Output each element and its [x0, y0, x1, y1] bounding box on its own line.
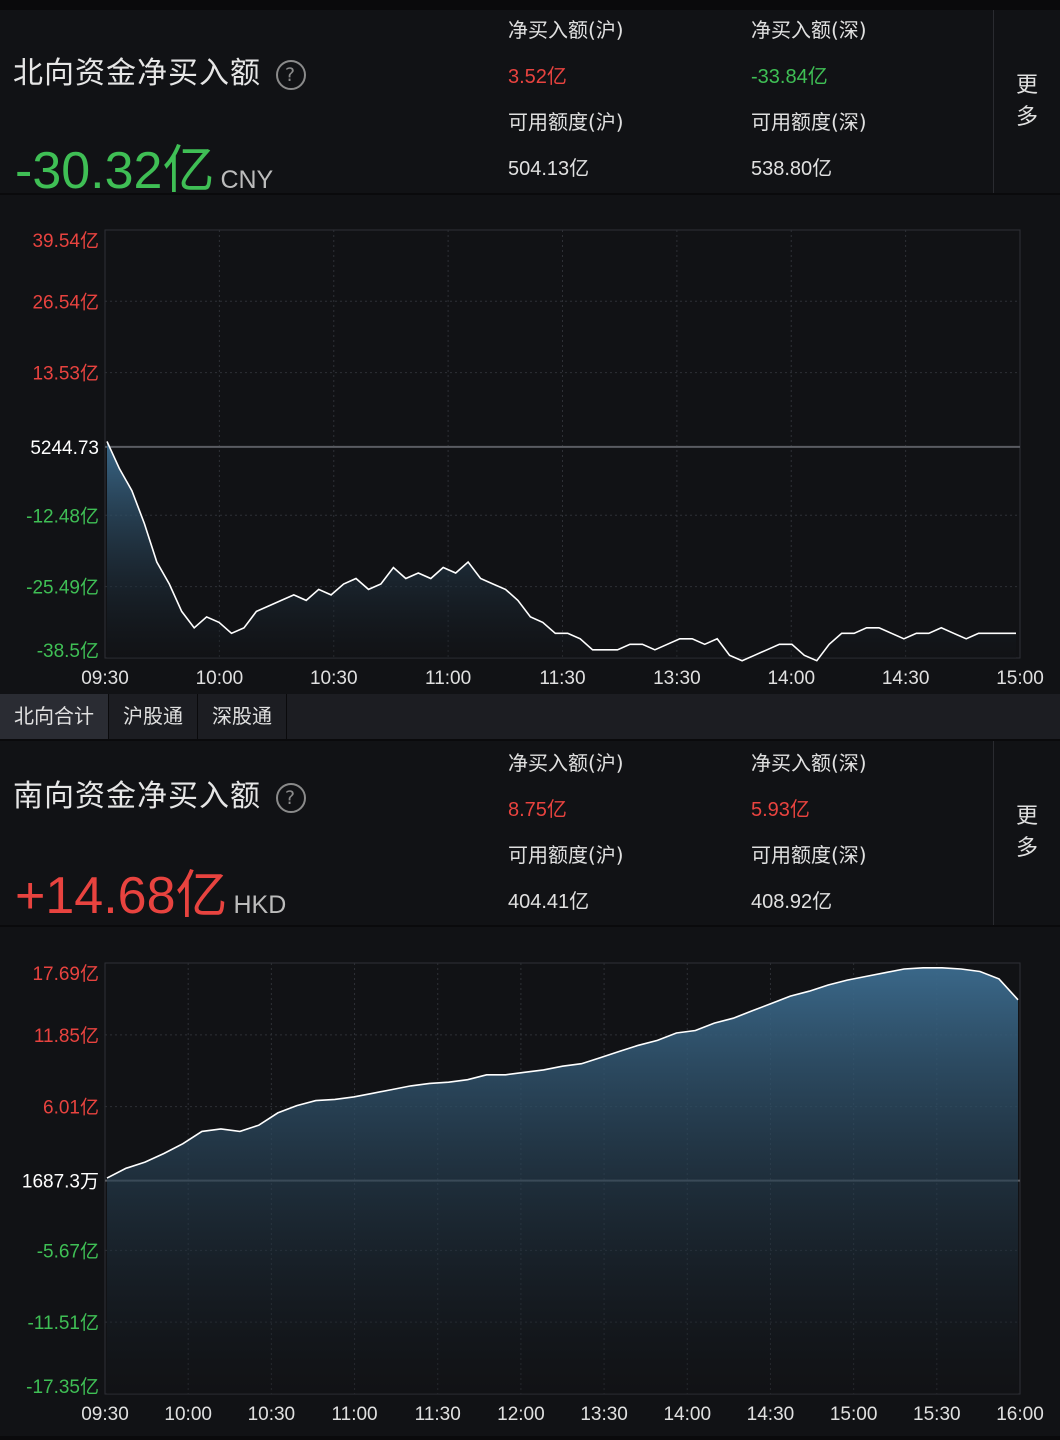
north-quota-sh-label: 可用额度(沪)	[508, 110, 624, 134]
south-net-sh-label: 净买入额(沪)	[508, 751, 624, 775]
y-tick-label: 13.53亿	[32, 363, 99, 385]
south-title-text: 南向资金净买入额	[13, 779, 261, 814]
y-tick-label: 17.69亿	[32, 963, 99, 985]
south-panel: 南向资金净买入额 ? +14.68亿 HKD 净买入额(沪) 8.75亿 净买入额…	[0, 741, 1060, 925]
south-net-value: +14.68亿 HKD	[15, 853, 286, 928]
north-title-text: 北向资金净买入额	[13, 56, 261, 91]
tab-shanghai-connect[interactable]: 沪股通	[109, 694, 198, 739]
north-currency: CNY	[220, 166, 274, 194]
x-tick-label: 15:00	[996, 668, 1044, 689]
north-more-1: 更	[1015, 72, 1038, 98]
y-tick-label: 5244.73	[30, 438, 99, 459]
x-tick-label: 11:30	[415, 1404, 461, 1425]
x-tick-label: 10:30	[248, 1404, 296, 1425]
north-more-2: 多	[1015, 104, 1038, 130]
north-net-value: -30.32亿 CNY	[15, 128, 273, 203]
y-tick-label: 39.54亿	[32, 230, 99, 252]
north-quota-sz-label: 可用额度(深)	[751, 110, 867, 134]
tab-shenzhen-connect[interactable]: 深股通	[198, 694, 287, 739]
south-quota-sh-label: 可用额度(沪)	[508, 843, 624, 867]
south-chart-panel: 09:30 10:00 10:30 11:00 11:30 12:00 13:30 14:00…	[0, 927, 1060, 1436]
x-tick-label: 11:00	[331, 1404, 377, 1425]
x-tick-label: 11:30	[539, 668, 585, 689]
x-tick-label: 11:00	[425, 668, 471, 689]
x-tick-label: 15:30	[913, 1404, 961, 1425]
north-panel: 北向资金净买入额 ? -30.32亿 CNY 净买入额(沪) 3.52亿 净买入额…	[0, 10, 1060, 200]
south-quota-sz-value: 408.92亿	[751, 891, 833, 913]
y-tick-label: -38.5亿	[37, 640, 99, 662]
chart-frame	[104, 229, 1021, 659]
y-tick-label: -11.51亿	[28, 1312, 99, 1334]
series-area	[107, 967, 1018, 1394]
x-tick-label: 14:30	[747, 1404, 795, 1425]
x-tick-label: 13:30	[653, 668, 701, 689]
north-quota-sh-value: 504.13亿	[508, 158, 590, 180]
x-tick-label: 12:00	[497, 1404, 545, 1425]
north-net-sh-label: 净买入额(沪)	[508, 18, 624, 42]
x-tick-label: 16:00	[996, 1404, 1044, 1425]
south-more-2: 多	[1015, 836, 1038, 861]
north-more-button[interactable]: 更 多	[993, 10, 1060, 193]
north-quota-sz-value: 538.80亿	[751, 158, 833, 180]
south-more-button[interactable]: 更 多	[993, 741, 1060, 925]
south-quota-sz-label: 可用额度(深)	[751, 843, 867, 867]
south-currency: HKD	[233, 891, 287, 919]
north-net-sh-value: 3.52亿	[508, 66, 567, 88]
y-tick-label: -12.48亿	[26, 505, 99, 527]
y-tick-label: 11.85亿	[34, 1025, 99, 1047]
north-tabs: 北向合计 沪股通 深股通	[0, 694, 1060, 739]
x-tick-label: 09:30	[81, 1404, 129, 1425]
help-icon[interactable]: ?	[275, 59, 306, 90]
north-title: 北向资金净买入额 ?	[13, 48, 306, 92]
south-net-sh-value: 8.75亿	[508, 799, 567, 821]
x-tick-label: 10:00	[196, 668, 244, 689]
x-tick-label: 13:30	[580, 1404, 628, 1425]
y-tick-label: -5.67亿	[37, 1240, 99, 1262]
x-tick-label: 14:00	[767, 668, 815, 689]
x-tick-label: 14:00	[663, 1404, 711, 1425]
south-quota-sh-value: 404.41亿	[508, 891, 590, 913]
south-chart[interactable]: 09:30 10:00 10:30 11:00 11:30 12:00 13:30 14:00…	[0, 927, 1060, 1436]
north-net-sz-value: -33.84亿	[751, 66, 828, 88]
x-tick-label: 09:30	[81, 668, 129, 689]
south-net-sz-label: 净买入额(深)	[751, 751, 867, 775]
help-icon[interactable]: ?	[275, 782, 306, 813]
south-net-sz-value: 5.93亿	[751, 799, 810, 821]
y-tick-label: 1687.3万	[22, 1172, 99, 1193]
y-tick-label: -25.49亿	[26, 577, 99, 599]
south-title: 南向资金净买入额 ?	[13, 771, 306, 815]
x-tick-label: 15:00	[830, 1404, 878, 1425]
y-tick-label: 6.01亿	[43, 1097, 99, 1119]
y-tick-label: 26.54亿	[32, 291, 99, 313]
y-tick-label: -17.35亿	[26, 1376, 99, 1398]
south-more-1: 更	[1015, 804, 1038, 829]
south-net-value-text: +14.68亿	[15, 867, 228, 925]
x-tick-label: 10:00	[164, 1404, 212, 1425]
north-net-value-text: -30.32亿	[15, 142, 215, 200]
tab-north-total[interactable]: 北向合计	[0, 694, 109, 739]
series-line	[106, 441, 1016, 662]
north-chart[interactable]: 09:30 10:00 10:30 11:00 11:30 13:30 14:00 14:30…	[0, 195, 1060, 694]
north-chart-panel: 09:30 10:00 10:30 11:00 11:30 13:30 14:00 14:30…	[0, 195, 1060, 694]
x-tick-label: 10:30	[310, 668, 358, 689]
x-tick-label: 14:30	[882, 668, 930, 689]
north-net-sz-label: 净买入额(深)	[751, 18, 867, 42]
